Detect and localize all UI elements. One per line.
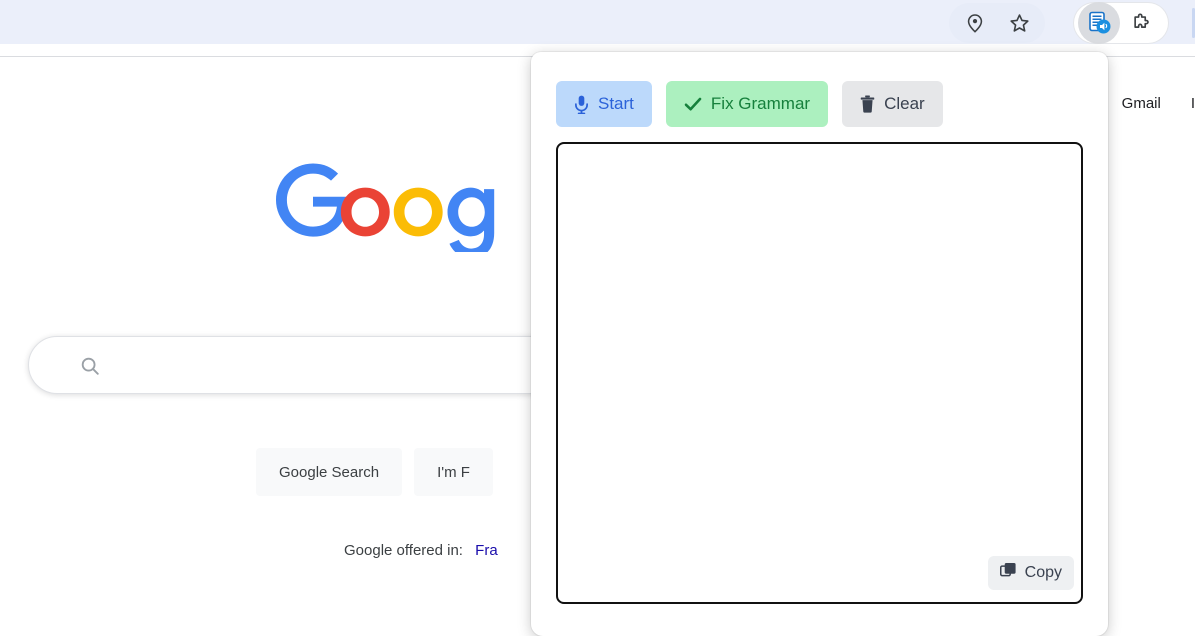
search-bar[interactable] [28, 336, 588, 394]
google-search-button[interactable]: Google Search [256, 448, 403, 496]
fix-grammar-button-label: Fix Grammar [710, 94, 811, 113]
microphone-icon [574, 95, 589, 114]
page-header-links: Gmail I [1122, 95, 1195, 112]
extension-popup-panel: Start Fix Grammar Clear Copy [531, 52, 1108, 636]
copy-button[interactable]: Copy [987, 556, 1074, 590]
start-button-label: Start [598, 94, 634, 113]
speech-extension-icon[interactable] [1078, 2, 1120, 44]
offered-in-row: Google offered in: Fra [344, 542, 498, 559]
puzzle-extensions-icon[interactable] [1120, 3, 1160, 43]
trash-icon [860, 95, 875, 113]
transcript-textarea-wrapper: Copy [556, 142, 1083, 604]
google-logo [258, 152, 558, 252]
location-pin-icon[interactable] [955, 3, 995, 43]
browser-toolbar [0, 0, 1195, 44]
search-action-buttons: Google Search I'm F [256, 448, 493, 496]
popup-action-toolbar: Start Fix Grammar Clear [556, 81, 943, 127]
search-input[interactable] [87, 355, 527, 375]
extension-pill-group [1074, 2, 1168, 44]
bookmark-star-icon[interactable] [999, 3, 1039, 43]
copy-icon [999, 562, 1017, 584]
im-feeling-lucky-button[interactable]: I'm F [414, 448, 493, 496]
checkmark-icon [684, 96, 702, 112]
images-link[interactable]: I [1191, 95, 1195, 112]
clear-button-label: Clear [884, 94, 925, 113]
toolbar-icon-group [949, 3, 1045, 43]
transcript-textarea[interactable] [558, 144, 1081, 602]
clear-button[interactable]: Clear [842, 81, 943, 127]
fix-grammar-button[interactable]: Fix Grammar [665, 81, 829, 127]
gmail-link[interactable]: Gmail [1122, 95, 1161, 112]
screen-root: Gmail I Google Search I'm F Google offer… [0, 0, 1195, 636]
copy-button-label: Copy [1024, 564, 1062, 581]
offered-in-label: Google offered in: [344, 542, 463, 559]
offered-in-language-link[interactable]: Fra [475, 542, 498, 559]
search-icon [79, 355, 101, 382]
start-button[interactable]: Start [556, 81, 652, 127]
